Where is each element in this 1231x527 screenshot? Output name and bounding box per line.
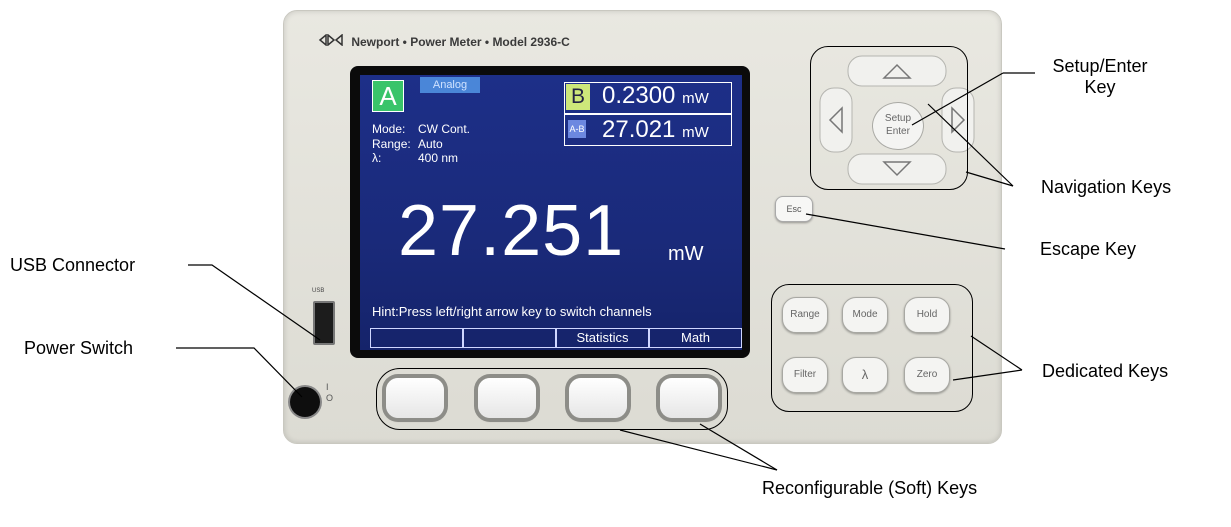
setup-leader <box>911 72 1004 126</box>
dedicated-leader <box>970 335 1023 371</box>
escape-callout: Escape Key <box>1040 239 1137 259</box>
setup-enter-callout: Setup/Enter Key <box>1045 56 1155 98</box>
usb-callout: USB Connector <box>10 255 136 275</box>
usb-leader <box>188 264 321 341</box>
dedicated-callout: Dedicated Keys <box>1042 361 1169 381</box>
setup-enter-callout-line1: Setup/Enter <box>1052 56 1148 76</box>
navigation-callout: Navigation Keys <box>1041 177 1172 197</box>
soft-leader <box>619 429 778 471</box>
setup-enter-callout-line2: Key <box>1084 77 1116 97</box>
power-leader <box>176 347 303 398</box>
soft-keys-callout: Reconfigurable (Soft) Keys <box>762 478 978 498</box>
power-callout: Power Switch <box>24 338 134 358</box>
dedicated-leader-2 <box>952 369 1023 381</box>
soft-leader-2 <box>699 423 778 471</box>
escape-leader <box>805 213 1006 250</box>
